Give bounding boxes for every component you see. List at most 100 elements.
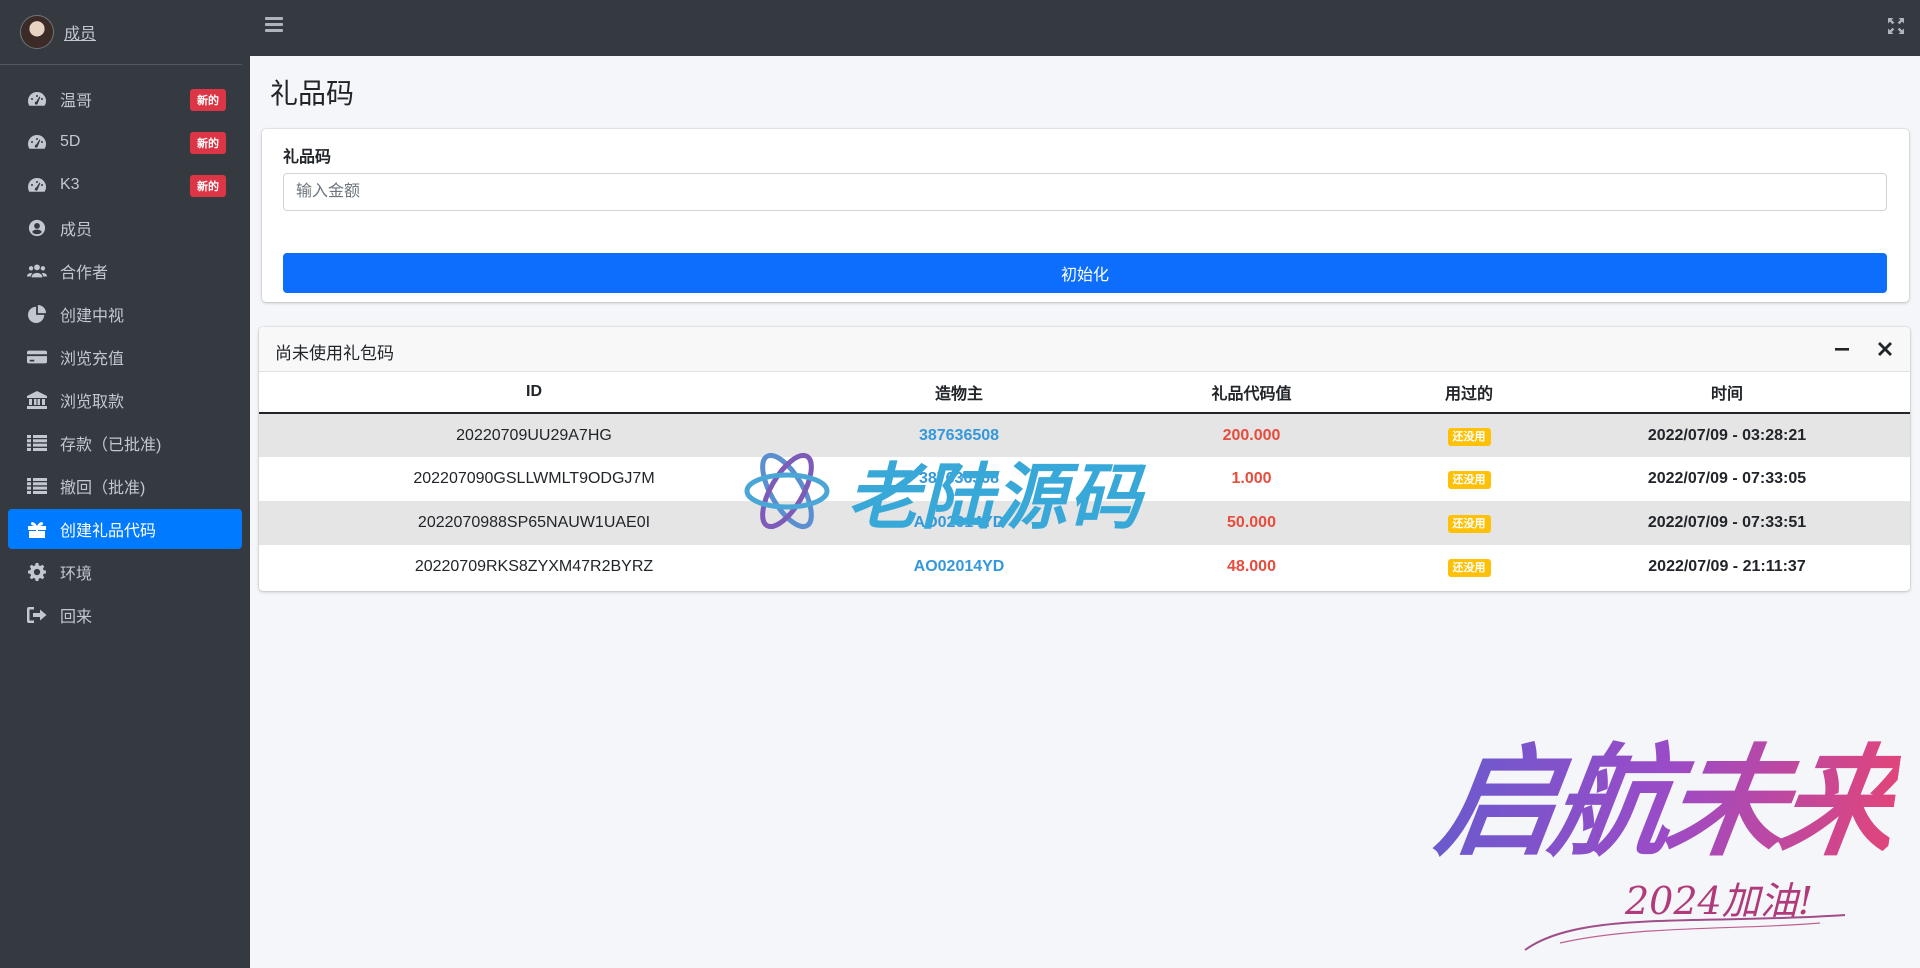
column-header-used[interactable]: 用过的 (1394, 372, 1544, 414)
sidebar-item-label: K3 (60, 176, 80, 193)
cell-used: 还没用 (1394, 413, 1544, 457)
gift-code-form-card: 礼品码 初始化 (262, 129, 1909, 302)
sidebar-item-label: 成员 (60, 222, 93, 239)
cell-id: 20220709RKS8ZYXM47R2BYRZ (414, 558, 654, 575)
sidebar-item-k3[interactable]: K3 新的 (8, 165, 242, 205)
sidebar-item-label: 温哥 (60, 93, 93, 110)
cell-creator: AO02014YD (809, 501, 1109, 545)
cell-time: 2022/07/09 - 07:33:05 (1544, 457, 1910, 501)
sidebar-item-settings[interactable]: 环境 (8, 552, 242, 592)
gear-icon (26, 562, 48, 582)
creator-link[interactable]: 387636508 (919, 470, 999, 487)
menu-toggle-icon[interactable] (265, 17, 283, 33)
sidebar: 成员 温哥 新的 5D 新的 K3 新的 成员 合作者 创建中视 浏览充值 浏览… (0, 0, 250, 968)
sidebar-item-create-gift-code[interactable]: 创建礼品代码 (8, 509, 242, 549)
sidebar-item-members[interactable]: 成员 (8, 208, 242, 248)
cell-used: 还没用 (1394, 457, 1544, 501)
table-row: 2022070988SP65NAUW1UAE0I AO02014YD 50.00… (259, 501, 1910, 545)
sidebar-item-deposit-approved[interactable]: 存款（已批准) (8, 423, 242, 463)
fullscreen-icon[interactable] (1888, 18, 1904, 34)
sidebar-item-label: 浏览取款 (60, 394, 125, 411)
cell-used: 还没用 (1394, 501, 1544, 545)
code-value: 48.000 (1227, 558, 1276, 575)
cell-id: 20220709UU29A7HG (456, 426, 612, 444)
sidebar-item-label: 合作者 (60, 265, 109, 282)
sidebar-item-label: 5D (60, 133, 81, 150)
column-header-id[interactable]: ID (259, 372, 809, 414)
sidebar-item-partners[interactable]: 合作者 (8, 251, 242, 291)
sidebar-item-label: 创建礼品代码 (60, 523, 157, 540)
sidebar-item-wenge[interactable]: 温哥 新的 (8, 79, 242, 119)
sidebar-item-browse-recharge[interactable]: 浏览充值 (8, 337, 242, 377)
unused-badge: 还没用 (1447, 471, 1491, 489)
sign-out-icon (26, 605, 48, 625)
card-title: 尚未使用礼包码 (275, 344, 394, 363)
cell-used: 还没用 (1394, 545, 1544, 589)
code-value: 50.000 (1227, 514, 1276, 531)
initialize-button[interactable]: 初始化 (283, 253, 1887, 293)
new-badge: 新的 (190, 132, 226, 154)
cell-id: 2022070988SP65NAUW1UAE0I (417, 514, 651, 531)
tachometer-icon (26, 175, 48, 195)
sidebar-item-create-view[interactable]: 创建中视 (8, 294, 242, 334)
sidebar-item-withdraw-approved[interactable]: 撤回（批准) (8, 466, 242, 506)
bank-icon (26, 390, 48, 410)
sidebar-item-label: 撤回（批准) (60, 480, 146, 497)
sidebar-item-browse-withdraw[interactable]: 浏览取款 (8, 380, 242, 420)
creator-link[interactable]: AO02014YD (914, 558, 1005, 575)
gift-icon (26, 519, 48, 539)
cell-value: 1.000 (1109, 457, 1394, 501)
top-navbar (250, 0, 1920, 56)
page-title: 礼品码 (270, 78, 355, 109)
new-badge: 新的 (190, 175, 226, 197)
unused-gift-codes-card: 尚未使用礼包码 ID 造物主 礼品代码值 用过的 时间 20220709UU29… (259, 327, 1910, 591)
amount-input[interactable] (283, 173, 1887, 211)
table-header-row: ID 造物主 礼品代码值 用过的 时间 (259, 372, 1910, 414)
sidebar-item-logout[interactable]: 回来 (8, 595, 242, 635)
cell-time: 2022/07/09 - 03:28:21 (1544, 413, 1910, 457)
main-content: 礼品码 礼品码 初始化 尚未使用礼包码 ID 造物主 礼品代码值 用过的 时间 (250, 56, 1920, 968)
time-value: 2022/07/09 - 03:28:21 (1647, 426, 1807, 444)
creator-link[interactable]: 387636508 (919, 427, 999, 444)
table-row: 20220709UU29A7HG 387636508 200.000 还没用 2… (259, 413, 1910, 457)
unused-badge: 还没用 (1447, 427, 1491, 446)
unused-badge: 还没用 (1447, 515, 1491, 533)
column-header-time[interactable]: 时间 (1544, 372, 1910, 414)
cell-creator: AO02014YD (809, 545, 1109, 589)
sidebar-nav: 温哥 新的 5D 新的 K3 新的 成员 合作者 创建中视 浏览充值 浏览取款 … (0, 65, 250, 635)
cell-id: 202207090GSLLWMLT9ODGJ7M (413, 470, 655, 487)
sidebar-item-5d[interactable]: 5D 新的 (8, 122, 242, 162)
cell-value: 48.000 (1109, 545, 1394, 589)
user-panel[interactable]: 成员 (0, 0, 242, 65)
gift-codes-table: ID 造物主 礼品代码值 用过的 时间 20220709UU29A7HG 387… (259, 372, 1910, 589)
time-value: 2022/07/09 - 07:33:05 (1647, 470, 1807, 487)
close-card-icon[interactable] (1875, 339, 1895, 359)
time-value: 2022/07/09 - 21:11:37 (1648, 558, 1806, 575)
credit-card-icon (26, 347, 48, 367)
tachometer-icon (26, 89, 48, 109)
card-header: 尚未使用礼包码 (259, 327, 1910, 372)
cell-creator: 387636508 (809, 413, 1109, 457)
creator-link[interactable]: AO02014YD (914, 514, 1005, 531)
table-row: 202207090GSLLWMLT9ODGJ7M 387636508 1.000… (259, 457, 1910, 501)
table-row: 20220709RKS8ZYXM47R2BYRZ AO02014YD 48.00… (259, 545, 1910, 589)
cell-creator: 387636508 (809, 457, 1109, 501)
avatar[interactable] (20, 15, 54, 49)
column-header-value[interactable]: 礼品代码值 (1109, 372, 1394, 414)
user-name-link[interactable]: 成员 (64, 20, 96, 44)
new-badge: 新的 (190, 89, 226, 111)
column-header-creator[interactable]: 造物主 (809, 372, 1109, 414)
cell-time: 2022/07/09 - 21:11:37 (1544, 545, 1910, 589)
time-value: 2022/07/09 - 07:33:51 (1647, 514, 1807, 531)
tachometer-icon (26, 132, 48, 152)
unused-badge: 还没用 (1447, 559, 1491, 577)
users-icon (26, 261, 48, 281)
code-value: 1.000 (1231, 470, 1272, 487)
collapse-card-icon[interactable] (1832, 339, 1852, 359)
cell-value: 200.000 (1109, 413, 1394, 457)
list-icon (26, 433, 48, 453)
code-value: 200.000 (1222, 426, 1281, 444)
list-icon (26, 476, 48, 496)
sidebar-item-label: 回来 (60, 609, 93, 626)
cell-time: 2022/07/09 - 07:33:51 (1544, 501, 1910, 545)
